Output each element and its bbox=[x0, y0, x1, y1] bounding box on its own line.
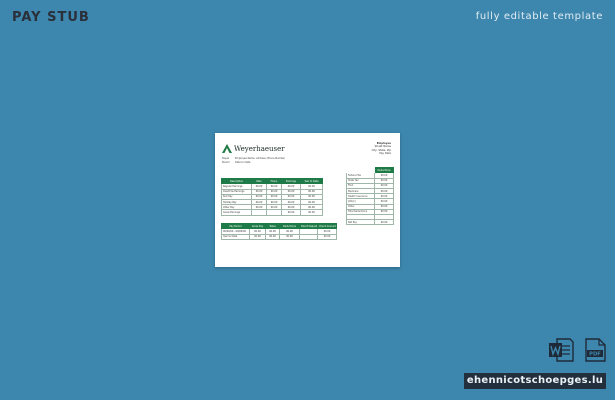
company-name: Weyerhaeuser bbox=[234, 145, 285, 153]
table-cell bbox=[266, 209, 282, 216]
payment-summary-table: Pay Period Gross Pay Taxes Deductions Di… bbox=[221, 222, 337, 240]
svg-text:PDF: PDF bbox=[589, 352, 601, 358]
table-cell: Year to Date bbox=[221, 233, 250, 240]
website-banner[interactable]: ehennicotschoepges.lu bbox=[464, 373, 606, 389]
address-line: Pay Date bbox=[379, 152, 391, 156]
page-title: PAY STUB bbox=[12, 10, 90, 25]
table-row: Net Pay 00.00 bbox=[346, 219, 394, 226]
meta-value: Employee Name, Address, Phone Number bbox=[235, 157, 285, 160]
table-cell: 00.00 bbox=[279, 233, 300, 240]
meta-key: Period bbox=[222, 160, 230, 164]
table-cell bbox=[299, 233, 318, 240]
meta-row: Period Date to Date bbox=[222, 161, 285, 165]
deductions-table: Deductions Federal Tax 00.00 State Tax 00.… bbox=[346, 166, 394, 226]
table-cell: 00.00 bbox=[317, 233, 337, 240]
table-row: Year to Date 00.00 00.00 00.00 00.00 bbox=[221, 233, 337, 240]
pay-stub-document: Weyerhaeuser Employee Street Name City, … bbox=[215, 133, 400, 267]
table-cell: 00.00 bbox=[374, 219, 394, 226]
table-cell: Net Pay bbox=[346, 219, 375, 226]
payee-meta: Payee Employee Name, Address, Phone Numbe… bbox=[222, 157, 285, 164]
table-cell bbox=[251, 209, 267, 216]
table-cell: 00.00 bbox=[265, 233, 280, 240]
earnings-table: Description Rate Hours Earnings Year to … bbox=[221, 177, 323, 216]
tagline: fully editable template bbox=[475, 11, 603, 22]
table-cell: 00.00 bbox=[300, 209, 323, 216]
word-document-icon[interactable] bbox=[548, 338, 574, 362]
tree-logo-icon bbox=[222, 144, 232, 153]
employee-address-block: Employee Street Name City, State, Zip Pa… bbox=[372, 142, 391, 156]
meta-value: Date to Date bbox=[235, 160, 251, 164]
table-cell: 00.00 bbox=[281, 209, 301, 216]
table-cell: 00.00 bbox=[249, 233, 266, 240]
pdf-document-icon[interactable]: PDF bbox=[584, 338, 606, 362]
table-row: Gross Earnings 00.00 00.00 bbox=[221, 209, 323, 216]
table-cell: Gross Earnings bbox=[221, 209, 252, 216]
